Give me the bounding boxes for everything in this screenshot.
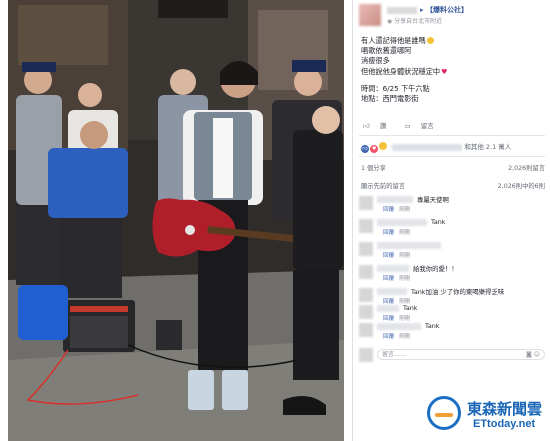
reactions-count: 和其他 2.1 萬人 (464, 143, 512, 151)
reply-link[interactable]: 回覆 (383, 253, 394, 259)
commenter-name[interactable] (377, 196, 413, 203)
wow-reaction-icon (379, 142, 388, 150)
divider (359, 135, 545, 136)
commenter-name[interactable] (377, 219, 427, 226)
post-time: 時間：6/25 下午六點 (361, 83, 430, 93)
watermark-cn: 東森新聞雲 (467, 400, 543, 418)
commenter-avatar[interactable] (359, 196, 373, 210)
comment-time: 剛剛 (399, 230, 411, 236)
post-location: ◉ 分享自台北市附近 (387, 16, 442, 25)
current-user-avatar (359, 348, 373, 362)
comment-text: 專屬天使啊 (417, 196, 449, 204)
commenter-avatar[interactable] (359, 323, 373, 337)
comment-meta: 回覆 剛剛 (383, 274, 415, 282)
like-reaction-icon: 👍︎ (361, 145, 369, 153)
ettoday-watermark: 東森新聞雲 ETtoday.net (425, 393, 550, 441)
comment-time: 剛剛 (399, 207, 411, 213)
reply-link[interactable]: 回覆 (383, 276, 394, 282)
camera-icon[interactable]: ◙ (526, 351, 532, 358)
blurred-username (387, 6, 417, 14)
post-body: 有人還記得他是誰嗎 唱歌依舊還哪阿 消瘦很多 但他說他身體狀況穩定中♥ 時間：6… (361, 36, 541, 104)
smile-emoji-icon (426, 37, 434, 44)
comment-meta: 回覆 剛剛 (383, 332, 415, 340)
comment-composer: 留言…… ◙ ☺ (359, 348, 547, 362)
commenter-name[interactable] (377, 265, 409, 272)
comment-text: Tank加油 少了你的東喝樂得乏味 (411, 288, 505, 296)
post-line-3: 消瘦很多 (361, 56, 390, 66)
comment-text: Tank (431, 218, 446, 226)
post-line-4: 但他說他身體狀況穩定中♥ (361, 66, 448, 76)
compose-icons: ◙ ☺ (526, 350, 540, 359)
divider (359, 156, 545, 157)
comment: 給我你的愛！！ 回覆 剛剛 (359, 264, 547, 286)
commenter-avatar[interactable] (359, 305, 373, 319)
stats-row: 1 個分享 2,026則留言 (361, 163, 545, 172)
watermark-en: ETtoday.net (473, 418, 536, 430)
comment-meta: 回覆 剛剛 (383, 251, 415, 259)
view-previous-comments-link[interactable]: 顯示先前的留言 (361, 183, 405, 190)
heart-emoji-icon: ♥ (441, 67, 448, 76)
like-button[interactable]: 👍︎ 讚 (363, 122, 394, 130)
commenter-name[interactable] (377, 323, 421, 330)
comment: 專屬天使啊 回覆 剛剛 (359, 195, 547, 217)
comment-meta: 回覆 剛剛 (383, 228, 415, 236)
comment-time: 剛剛 (399, 334, 411, 340)
facebook-post-panel: ▸ 【爆料公社】 ◉ 分享自台北市附近 有人還記得他是誰嗎 唱歌依舊還哪阿 消瘦… (352, 0, 550, 441)
love-reaction-icon: ♥ (370, 145, 379, 153)
page-avatar[interactable] (359, 4, 381, 26)
street-performance-photo (8, 0, 344, 441)
comment-meta: 回覆 剛剛 (383, 205, 415, 213)
comments-shown-count: 2,026則中的6則 (497, 183, 545, 190)
comment: Tank 回覆 剛剛 (359, 322, 547, 344)
comments-count[interactable]: 2,026則留言 (508, 163, 545, 172)
commenter-avatar[interactable] (359, 265, 373, 279)
comment: 回覆 剛剛 (359, 241, 547, 263)
location-text: 分享自台北市附近 (394, 18, 443, 25)
comment-text: 給我你的愛！！ (413, 265, 458, 273)
thumbs-up-icon: 👍︎ (363, 122, 370, 130)
ettoday-logo-icon (427, 396, 461, 430)
post-line-2: 唱歌依舊還哪阿 (361, 46, 412, 56)
sticker-icon[interactable]: ☺ (534, 351, 540, 358)
comment-text: Tank (403, 304, 418, 312)
reply-link[interactable]: 回覆 (383, 334, 394, 340)
reply-link[interactable]: 回覆 (383, 230, 394, 236)
comments-header: 顯示先前的留言 2,026則中的6則 (361, 181, 545, 190)
comment-input[interactable]: 留言…… ◙ ☺ (377, 349, 545, 360)
reactions-summary[interactable]: 👍︎ ♥ 和其他 2.1 萬人 (361, 141, 545, 153)
blurred-reactor-names (392, 143, 463, 151)
post-line-1: 有人還記得他是誰嗎 (361, 36, 541, 46)
speech-bubble-icon: ▭ (404, 122, 411, 130)
commenter-avatar[interactable] (359, 219, 373, 233)
comment-time: 剛剛 (399, 276, 411, 282)
page-name-link[interactable]: 【爆料公社】 (426, 6, 468, 14)
commenter-avatar[interactable] (359, 242, 373, 256)
page-name[interactable]: ▸ 【爆料公社】 (387, 5, 468, 15)
commenter-name[interactable] (377, 242, 441, 249)
post-place: 地點：西門電影街 (361, 94, 419, 104)
post-header: ▸ 【爆料公社】 ◉ 分享自台北市附近 (357, 2, 547, 28)
commenter-name[interactable] (377, 288, 407, 295)
comment-text: Tank (425, 322, 440, 330)
comment-button[interactable]: ▭ 留言 (404, 122, 441, 130)
comment: Tank 回覆 剛剛 (359, 218, 547, 240)
commenter-name[interactable] (377, 305, 399, 312)
comment-input-placeholder: 留言…… (382, 351, 407, 358)
post-actions: 👍︎ 讚 ▭ 留言 (363, 120, 545, 132)
photo-scene (8, 0, 344, 441)
comment-meta: 回覆 剛剛 (383, 314, 415, 322)
shares-count[interactable]: 1 個分享 (361, 165, 386, 172)
comment-time: 剛剛 (399, 253, 411, 259)
commenter-avatar[interactable] (359, 288, 373, 302)
reply-link[interactable]: 回覆 (383, 207, 394, 213)
